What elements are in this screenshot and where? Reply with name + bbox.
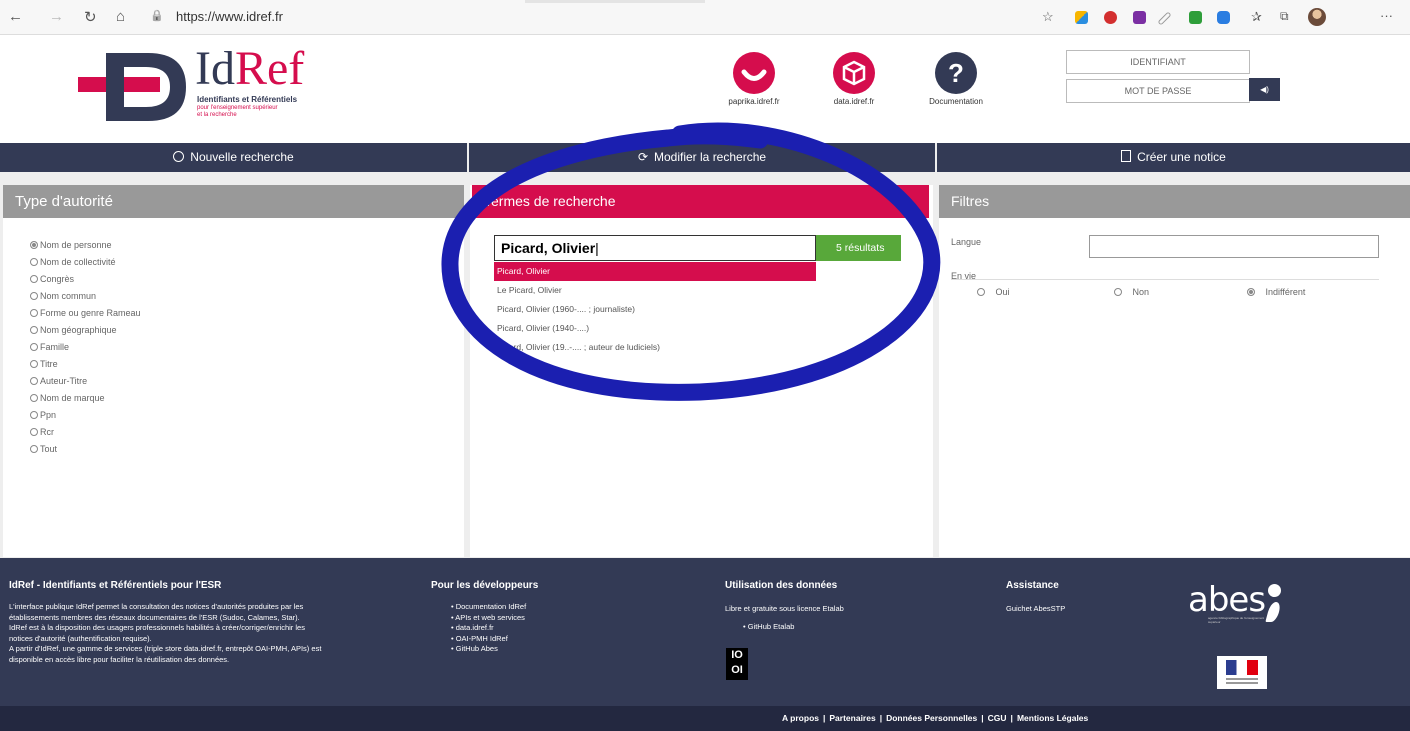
footer-dev-link[interactable]: • data.idref.fr (451, 623, 526, 634)
footer-col1-text: L'interface publique IdRef permet la con… (9, 602, 321, 665)
ministere-logo-icon[interactable] (1217, 656, 1267, 689)
open-data-badge-icon[interactable]: IO OI (726, 648, 748, 680)
guichet-link[interactable]: Guichet AbesSTP (1006, 604, 1065, 615)
separator: | (823, 713, 826, 723)
separator: | (1010, 713, 1013, 723)
footer-data-link[interactable]: • GitHub Etalab (743, 622, 794, 633)
footer-bottom-link[interactable]: CGU (988, 713, 1007, 723)
footer-col3-title: Utilisation des données (725, 580, 838, 591)
footer-text-line: L'interface publique IdRef permet la con… (9, 602, 304, 611)
footer-bottom-link[interactable]: Mentions Légales (1017, 713, 1088, 723)
footer-text-line: notices d'autorité (authentification req… (9, 633, 152, 643)
abes-subtitle: agence bibliographique de l'enseignement… (1208, 616, 1265, 624)
footer-dev-link[interactable]: • GitHub Abes (451, 644, 526, 655)
footer-text-line: établissements membres des réseaux docum… (9, 612, 300, 622)
abes-dot-icon (1268, 584, 1281, 597)
footer-bottom-link[interactable]: Données Personnelles (886, 713, 977, 723)
separator: | (879, 713, 883, 723)
footer-text-line: disponible en accès libre pour faciliter… (9, 654, 230, 664)
footer-text-line: A partir d'IdRef, une gamme de services … (9, 644, 322, 653)
site-footer: IdRef - Identifiants et Référentiels pou… (0, 558, 1410, 706)
footer-col4-title: Assistance (1006, 580, 1059, 591)
footer-dev-link[interactable]: • Documentation IdRef (451, 602, 526, 613)
footer-bottom-links: A propos | Partenaires | Données Personnelle… (782, 706, 1088, 731)
footer-data-links: • GitHub Etalab (743, 622, 794, 633)
footer-text-line: IdRef est à la disposition des usagers p… (9, 623, 305, 632)
footer-bottom-link[interactable]: Partenaires (829, 713, 875, 723)
separator: | (981, 713, 984, 723)
footer-col3-text: Libre et gratuite sous licence Etalab (725, 604, 844, 613)
footer-dev-link[interactable]: • OAI-PMH IdRef (451, 634, 526, 645)
footer-bottom-bar: A propos | Partenaires | Données Personnelle… (0, 706, 1410, 731)
footer-col2-title: Pour les développeurs (431, 580, 539, 591)
footer-col1-title: IdRef - Identifiants et Référentiels pou… (9, 580, 222, 591)
footer-dev-links: • Documentation IdRef • APIs et web servi… (451, 602, 526, 655)
footer-dev-link[interactable]: • APIs et web services (451, 613, 526, 624)
abes-logo[interactable]: abes (1188, 580, 1266, 620)
footer-bottom-link[interactable]: A propos (782, 713, 819, 723)
